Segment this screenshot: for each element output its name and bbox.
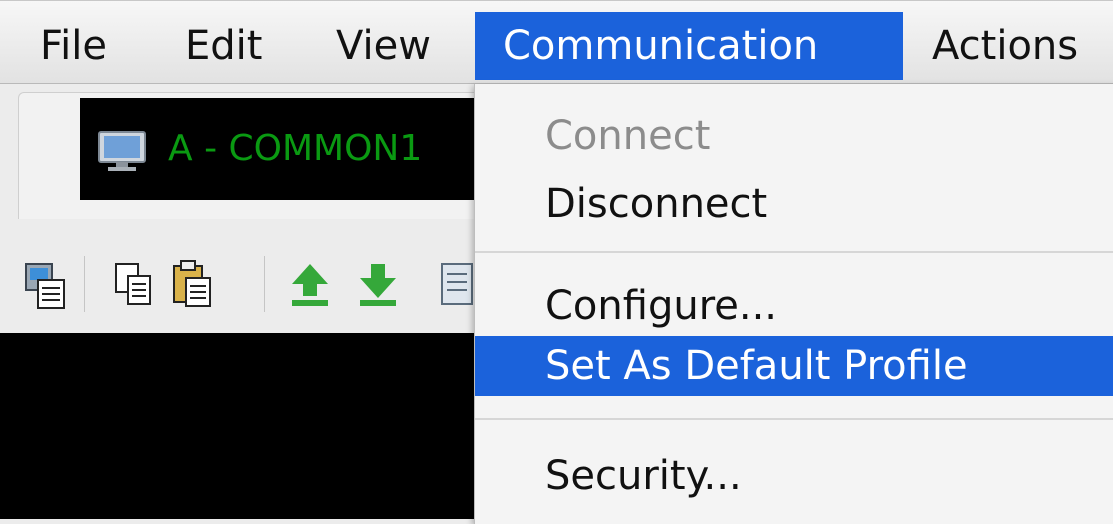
download-icon[interactable] [356, 258, 400, 310]
menu-file[interactable]: File [40, 12, 107, 80]
menu-divider [475, 251, 1113, 253]
toolbar-separator [264, 256, 265, 312]
menu-item-connect: Connect [545, 113, 711, 159]
menu-actions[interactable]: Actions [932, 12, 1078, 80]
terminal-screen[interactable] [0, 333, 480, 519]
toolbar [0, 248, 480, 328]
communication-dropdown: Connect Disconnect Configure... Set As D… [474, 84, 1113, 524]
menu-item-disconnect[interactable]: Disconnect [475, 174, 1113, 234]
upload-icon[interactable] [288, 258, 332, 310]
session-tab-label: A - COMMON1 [168, 128, 423, 169]
menu-item-set-default-profile[interactable]: Set As Default Profile [475, 336, 1113, 396]
paste-icon[interactable] [170, 258, 214, 310]
monitor-icon [98, 131, 146, 171]
menu-item-security[interactable]: Security... [475, 446, 1113, 506]
menu-item-configure[interactable]: Configure... [475, 276, 1113, 336]
toolbar-separator [84, 256, 85, 312]
copy-icon[interactable] [112, 258, 156, 310]
copy-special-icon[interactable] [24, 258, 68, 310]
menu-view[interactable]: View [336, 12, 431, 80]
menu-communication[interactable]: Communication [475, 12, 903, 80]
menu-divider [475, 418, 1113, 420]
menu-edit[interactable]: Edit [185, 12, 262, 80]
